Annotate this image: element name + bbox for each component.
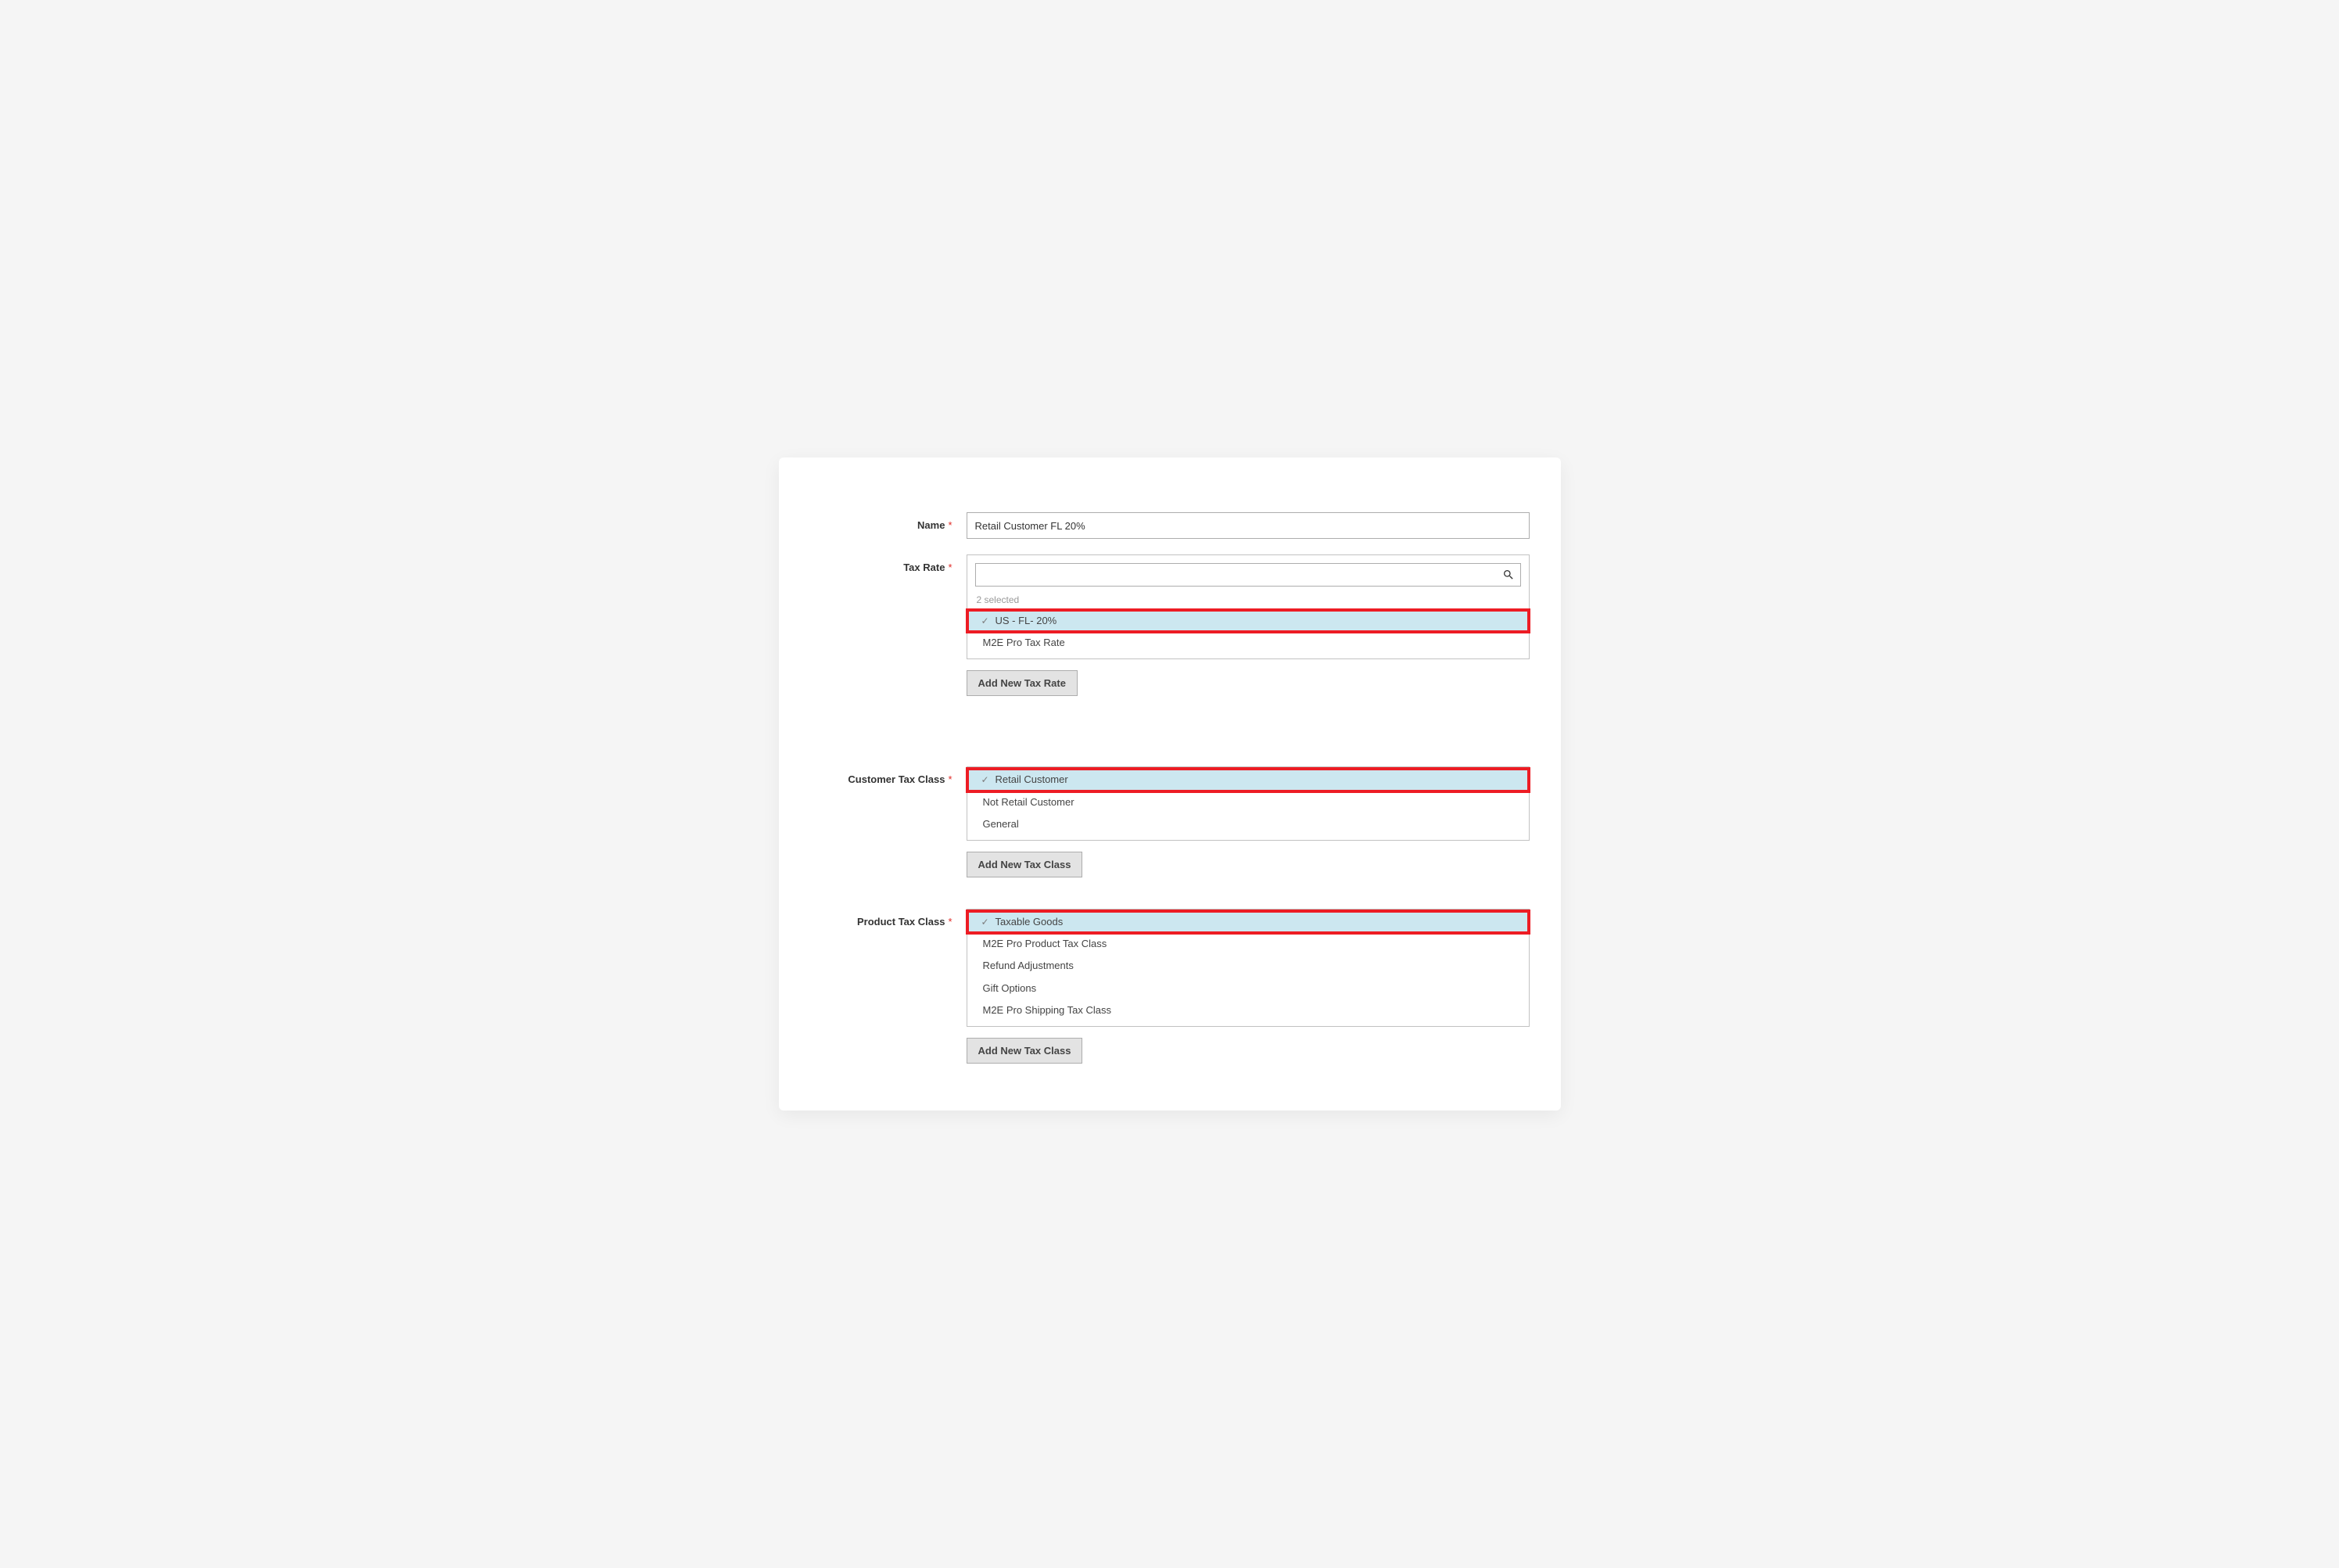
product-tax-class-label-col: Product Tax Class* xyxy=(810,909,967,929)
tax-rate-multiselect: 2 selected ✓ US - FL- 20% M2E Pro Tax Ra… xyxy=(967,554,1530,659)
check-icon: ✓ xyxy=(981,916,992,929)
add-new-product-tax-class-button[interactable]: Add New Tax Class xyxy=(967,1038,1083,1064)
tax-rate-selected-count: 2 selected xyxy=(967,591,1529,610)
tax-rate-label-col: Tax Rate* xyxy=(810,554,967,575)
check-icon: ✓ xyxy=(981,615,992,628)
option-label: Refund Adjustments xyxy=(983,959,1074,973)
check-icon: ✓ xyxy=(981,773,992,787)
product-tax-class-option[interactable]: Refund Adjustments xyxy=(967,955,1529,977)
product-tax-class-option[interactable]: M2E Pro Shipping Tax Class xyxy=(967,999,1529,1021)
option-label: Not Retail Customer xyxy=(983,795,1074,809)
search-icon xyxy=(1502,569,1515,581)
product-tax-class-option[interactable]: M2E Pro Product Tax Class xyxy=(967,933,1529,955)
tax-rate-option[interactable]: ✓ US - FL- 20% xyxy=(967,610,1529,632)
tax-rule-form-card: Name* Tax Rate* 2 selected ✓ US - FL xyxy=(779,457,1561,1111)
required-star: * xyxy=(948,519,952,531)
tax-rate-option[interactable]: M2E Pro Tax Rate xyxy=(967,632,1529,654)
tax-rate-field-col: 2 selected ✓ US - FL- 20% M2E Pro Tax Ra… xyxy=(967,554,1530,696)
name-label-col: Name* xyxy=(810,512,967,533)
name-row: Name* xyxy=(810,512,1530,539)
product-tax-class-option[interactable]: Gift Options xyxy=(967,978,1529,999)
add-new-customer-tax-class-button[interactable]: Add New Tax Class xyxy=(967,852,1083,877)
product-tax-class-multiselect: ✓ Taxable Goods M2E Pro Product Tax Clas… xyxy=(967,909,1530,1027)
option-label: Gift Options xyxy=(983,981,1037,996)
option-label: Retail Customer xyxy=(996,773,1068,787)
tax-rate-label: Tax Rate xyxy=(903,562,945,573)
customer-tax-class-option[interactable]: Not Retail Customer xyxy=(967,791,1529,813)
product-tax-class-option[interactable]: ✓ Taxable Goods xyxy=(967,911,1529,933)
tax-rate-row: Tax Rate* 2 selected ✓ US - FL- 20% M2E … xyxy=(810,554,1530,696)
customer-tax-class-field-col: ✓ Retail Customer Not Retail Customer Ge… xyxy=(967,766,1530,877)
name-label: Name xyxy=(917,519,945,531)
add-new-tax-rate-button[interactable]: Add New Tax Rate xyxy=(967,670,1078,696)
tax-rate-search-input[interactable] xyxy=(975,563,1521,587)
customer-tax-class-row: Customer Tax Class* ✓ Retail Customer No… xyxy=(810,766,1530,877)
option-label: M2E Pro Tax Rate xyxy=(983,636,1065,650)
customer-tax-class-multiselect: ✓ Retail Customer Not Retail Customer Ge… xyxy=(967,766,1530,841)
required-star: * xyxy=(948,562,952,573)
customer-tax-class-label-col: Customer Tax Class* xyxy=(810,766,967,787)
product-tax-class-row: Product Tax Class* ✓ Taxable Goods M2E P… xyxy=(810,909,1530,1064)
customer-tax-class-label: Customer Tax Class xyxy=(848,773,945,785)
product-tax-class-label: Product Tax Class xyxy=(857,916,945,928)
name-field-col xyxy=(967,512,1530,539)
required-star: * xyxy=(948,773,952,785)
name-input[interactable] xyxy=(967,512,1530,539)
required-star: * xyxy=(948,916,952,928)
option-label: US - FL- 20% xyxy=(996,614,1057,628)
customer-tax-class-option[interactable]: General xyxy=(967,813,1529,835)
option-label: M2E Pro Product Tax Class xyxy=(983,937,1107,951)
product-tax-class-field-col: ✓ Taxable Goods M2E Pro Product Tax Clas… xyxy=(967,909,1530,1064)
option-label: General xyxy=(983,817,1019,831)
customer-tax-class-option[interactable]: ✓ Retail Customer xyxy=(967,769,1529,791)
option-label: M2E Pro Shipping Tax Class xyxy=(983,1003,1112,1017)
tax-rate-search-wrap xyxy=(967,555,1529,591)
option-label: Taxable Goods xyxy=(996,915,1064,929)
